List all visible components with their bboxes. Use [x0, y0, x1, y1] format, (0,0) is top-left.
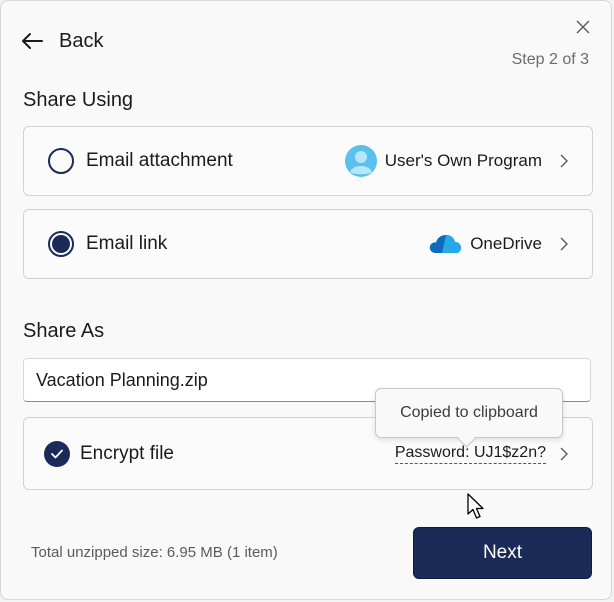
arrow-left-icon	[22, 33, 43, 49]
close-icon	[576, 20, 590, 34]
share-as-title: Share As	[23, 320, 105, 342]
step-indicator: Step 2 of 3	[511, 51, 589, 68]
chevron-right-icon	[560, 237, 568, 251]
option-label: Email link	[86, 233, 168, 254]
radio-email-attachment[interactable]	[48, 148, 74, 174]
chevron-right-icon	[560, 154, 568, 168]
checkmark-icon	[51, 449, 63, 458]
encrypt-label: Encrypt file	[80, 442, 174, 464]
close-button[interactable]	[569, 13, 597, 41]
back-button[interactable]: Back	[21, 25, 103, 57]
option-email-attachment[interactable]: Email attachment User's Own Program	[23, 126, 593, 196]
radio-email-link[interactable]	[48, 231, 74, 257]
chevron-right-icon[interactable]	[560, 447, 568, 461]
provider-user-program[interactable]: User's Own Program	[344, 145, 568, 177]
option-label: Email attachment	[86, 150, 233, 171]
share-dialog: Back Step 2 of 3 Share Using Email attac…	[0, 0, 612, 600]
password-link[interactable]: Password: UJ1$z2n?	[394, 444, 546, 464]
next-button[interactable]: Next	[413, 527, 592, 579]
provider-onedrive[interactable]: OneDrive	[428, 233, 568, 255]
user-avatar-icon	[344, 145, 377, 177]
encrypt-checkbox[interactable]	[44, 440, 70, 467]
option-email-link[interactable]: Email link OneDrive	[23, 209, 593, 279]
total-size-text: Total unzipped size: 6.95 MB (1 item)	[31, 544, 278, 561]
back-label: Back	[59, 29, 104, 52]
onedrive-cloud-icon	[429, 235, 462, 253]
copied-tooltip: Copied to clipboard	[375, 388, 563, 438]
mouse-cursor-icon	[467, 493, 484, 519]
provider-label: OneDrive	[470, 234, 542, 253]
share-using-title: Share Using	[23, 89, 134, 111]
provider-label: User's Own Program	[384, 151, 542, 170]
